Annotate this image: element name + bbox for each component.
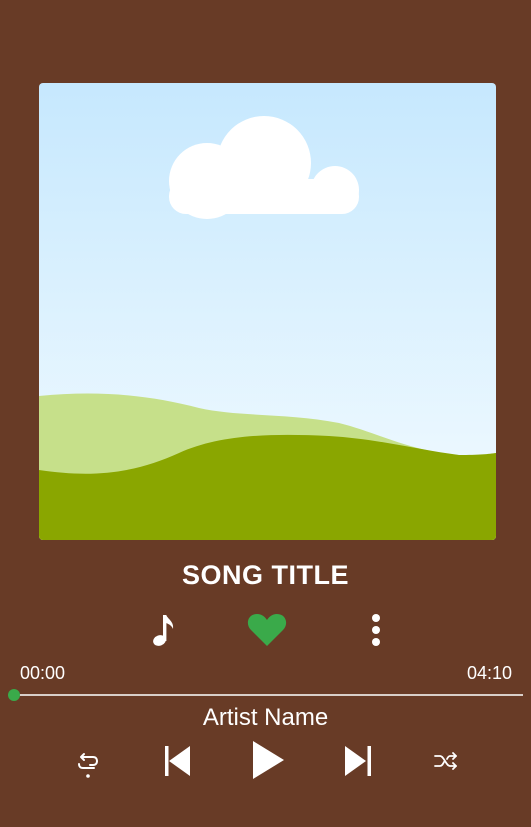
current-time: 00:00 (20, 663, 66, 683)
previous-button[interactable] (164, 745, 192, 777)
play-button[interactable] (251, 740, 285, 780)
repeat-button[interactable] (76, 747, 100, 781)
heart-icon (247, 614, 287, 646)
repeat-icon (78, 753, 98, 778)
more-vertical-icon (372, 614, 380, 646)
skip-previous-icon (165, 746, 190, 776)
next-button[interactable] (344, 745, 372, 777)
skip-next-icon (345, 746, 371, 776)
shuffle-icon (434, 752, 457, 770)
progress-knob[interactable] (8, 689, 20, 701)
album-artwork (39, 83, 496, 540)
music-note-icon (153, 615, 174, 646)
artist-name: Artist Name (202, 704, 329, 731)
shuffle-button[interactable] (434, 751, 458, 771)
play-icon (253, 741, 284, 779)
song-title: SONG TITLE (182, 560, 349, 590)
more-options-button[interactable] (366, 612, 386, 648)
like-button[interactable] (247, 612, 287, 648)
progress-bar[interactable] (14, 694, 523, 696)
lyrics-button[interactable] (148, 612, 178, 648)
landscape-illustration (39, 83, 496, 540)
total-time: 04:10 (466, 663, 512, 683)
